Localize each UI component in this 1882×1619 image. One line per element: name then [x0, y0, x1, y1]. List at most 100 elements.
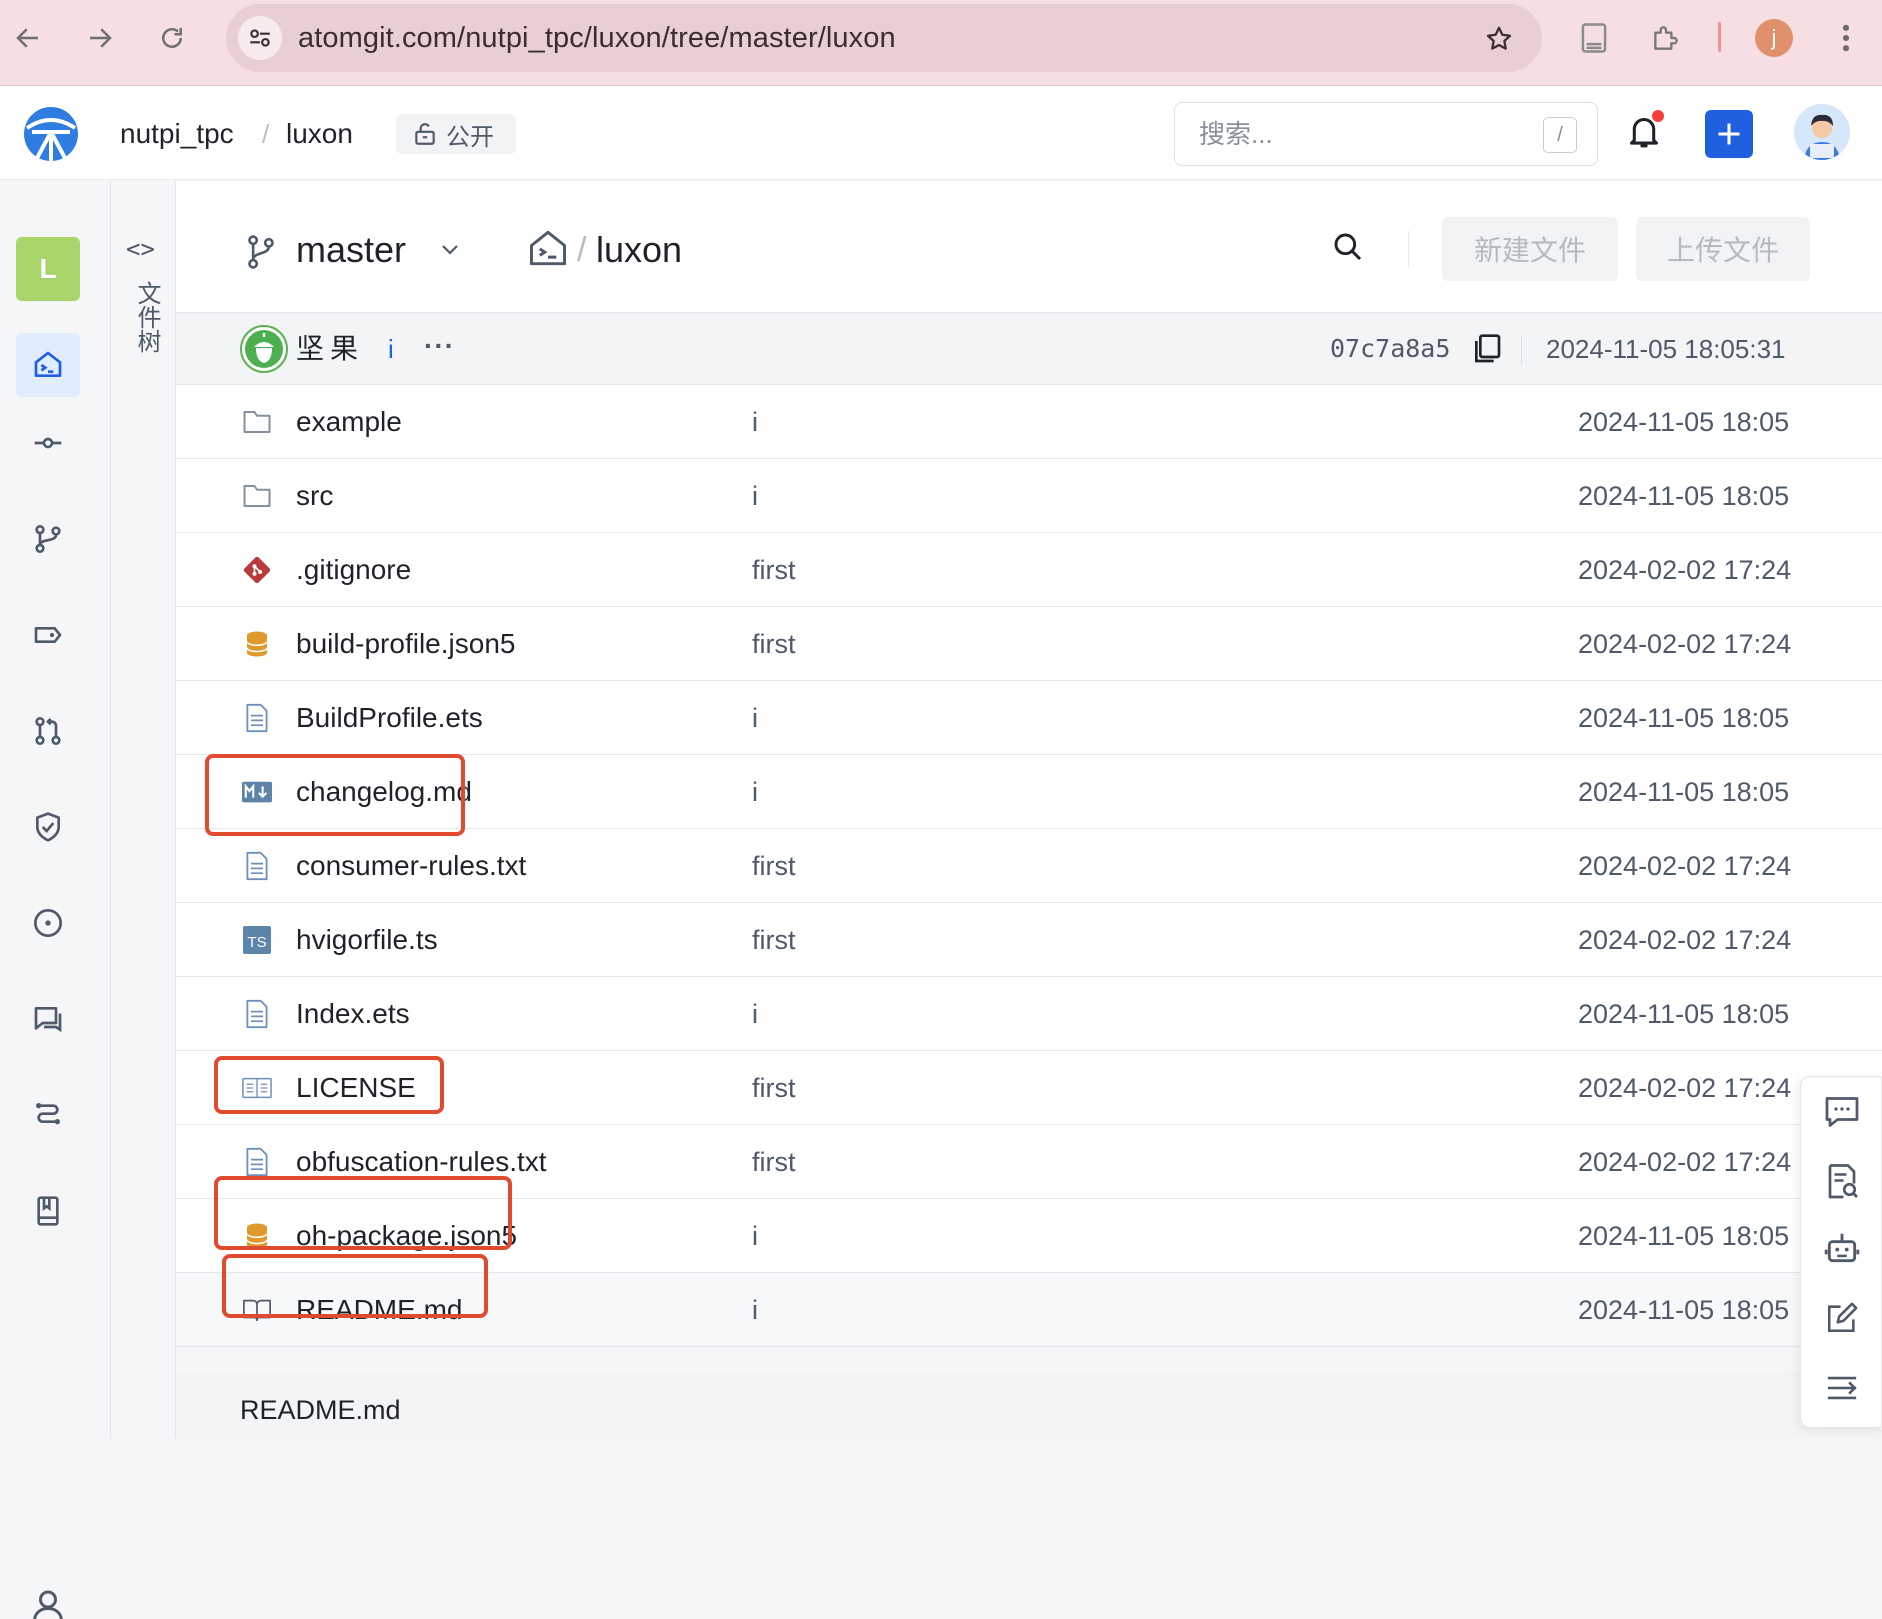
toolbar-divider [1408, 231, 1409, 267]
file-date: 2024-02-02 17:24 [1578, 1147, 1792, 1177]
file-row[interactable]: Index.ets i 2024-11-05 18:05 [176, 977, 1882, 1051]
project-avatar[interactable]: L [16, 237, 80, 301]
reading-mode-icon[interactable] [1574, 18, 1614, 58]
file-tree-label[interactable]: 文件树 [130, 281, 160, 353]
commit-more-button[interactable]: ··· [424, 313, 455, 385]
file-row[interactable]: build-profile.json5 first 2024-02-02 17:… [176, 607, 1882, 681]
file-row[interactable]: consumer-rules.txt first 2024-02-02 17:2… [176, 829, 1882, 903]
copy-icon[interactable] [1472, 333, 1502, 365]
address-bar[interactable]: atomgit.com/nutpi_tpc/luxon/tree/master/… [226, 4, 1542, 72]
breadcrumb-repo[interactable]: luxon [286, 114, 353, 154]
doc-search-icon[interactable] [1821, 1161, 1863, 1203]
branch-selector[interactable]: master [296, 225, 406, 275]
file-commit-message[interactable]: i [752, 755, 758, 829]
notification-button[interactable] [1620, 108, 1668, 156]
sidebar-item-security[interactable] [16, 795, 80, 859]
markdown-icon [242, 777, 272, 807]
file-commit-message[interactable]: first [752, 607, 796, 681]
commit-hash[interactable]: 07c7a8a5 [1330, 313, 1450, 385]
merge-request-icon [35, 717, 61, 745]
file-commit-message[interactable]: first [752, 533, 796, 607]
file-tree-toggle[interactable]: <> [126, 235, 155, 263]
file-row[interactable]: example i 2024-11-05 18:05 [176, 385, 1882, 459]
file-row[interactable]: obfuscation-rules.txt first 2024-02-02 1… [176, 1125, 1882, 1199]
sidebar-item-discussions[interactable] [16, 987, 80, 1051]
file-row[interactable]: TS hvigorfile.ts first 2024-02-02 17:24 [176, 903, 1882, 977]
file-commit-message[interactable]: first [752, 1051, 796, 1125]
chat-icon[interactable] [1821, 1091, 1863, 1133]
upload-file-button[interactable]: 上传文件 [1636, 217, 1810, 281]
file-commit-message[interactable]: first [752, 829, 796, 903]
sidebar-item-code[interactable] [16, 333, 80, 397]
extensions-icon[interactable] [1646, 18, 1686, 58]
file-commit-message[interactable]: i [752, 681, 758, 755]
sidebar-item-branches[interactable] [16, 507, 80, 571]
file-row[interactable]: BuildProfile.ets i 2024-11-05 18:05 [176, 681, 1882, 755]
edit-icon[interactable] [1821, 1297, 1863, 1339]
project-sidebar: L [0, 181, 111, 1619]
file-name[interactable]: LICENSE [296, 1051, 416, 1125]
reload-button[interactable] [152, 18, 192, 58]
file-row[interactable]: changelog.md i 2024-11-05 18:05 [176, 755, 1882, 829]
file-name[interactable]: example [296, 385, 402, 459]
file-name[interactable]: BuildProfile.ets [296, 681, 483, 755]
sidebar-user-icon[interactable] [30, 1589, 66, 1619]
file-name[interactable]: obfuscation-rules.txt [296, 1125, 547, 1199]
site-settings-icon[interactable] [238, 16, 282, 60]
file-row[interactable]: src i 2024-11-05 18:05 [176, 459, 1882, 533]
file-name[interactable]: Index.ets [296, 977, 410, 1051]
file-row[interactable]: .gitignore first 2024-02-02 17:24 [176, 533, 1882, 607]
file-search-icon[interactable] [1332, 231, 1364, 263]
browser-menu-icon[interactable] [1826, 18, 1866, 58]
file-row[interactable]: oh-package.json5 i 2024-11-05 18:05 [176, 1199, 1882, 1273]
sidebar-item-pipelines[interactable] [16, 1083, 80, 1147]
collapse-icon[interactable] [1821, 1367, 1863, 1409]
file-name[interactable]: src [296, 459, 333, 533]
atomgit-logo-icon[interactable] [22, 106, 80, 162]
file-commit-message[interactable]: first [752, 1125, 796, 1199]
create-new-button[interactable] [1705, 110, 1753, 158]
file-name[interactable]: hvigorfile.ts [296, 903, 438, 977]
git-icon [242, 555, 272, 585]
file-commit-message[interactable]: i [752, 977, 758, 1051]
sidebar-item-wiki[interactable] [16, 1179, 80, 1243]
breadcrumb-owner[interactable]: nutpi_tpc [120, 114, 234, 154]
file-commit-message[interactable]: i [752, 1273, 758, 1347]
repo-root-icon[interactable] [528, 229, 568, 267]
toolbar-separator [1718, 22, 1721, 52]
file-commit-message[interactable]: i [752, 385, 758, 459]
new-file-button[interactable]: 新建文件 [1442, 217, 1618, 281]
chevron-down-icon[interactable] [436, 237, 464, 261]
bookmark-star-icon[interactable] [1484, 24, 1514, 54]
search-input[interactable] [1199, 103, 1519, 165]
global-search[interactable]: / [1174, 102, 1598, 166]
sidebar-item-commits[interactable] [16, 411, 80, 475]
sidebar-item-tags[interactable] [16, 603, 80, 667]
arrow-right-icon [90, 28, 112, 48]
forward-button[interactable] [80, 18, 120, 58]
sidebar-item-issues[interactable] [16, 891, 80, 955]
file-name[interactable]: .gitignore [296, 533, 411, 607]
back-button[interactable] [8, 18, 48, 58]
file-row[interactable]: README.md i 2024-11-05 18:05 [176, 1273, 1882, 1347]
file-commit-message[interactable]: i [752, 459, 758, 533]
commit-author[interactable]: 坚果 [296, 313, 364, 385]
author-avatar[interactable] [240, 325, 288, 373]
file-row[interactable]: LICENSE first 2024-02-02 17:24 [176, 1051, 1882, 1125]
robot-icon[interactable] [1821, 1227, 1863, 1269]
profile-button[interactable]: j [1754, 18, 1794, 58]
repo-main: master / luxon 新建文件 上传文件 坚果 i ··· 07c7a8… [176, 181, 1882, 1438]
file-commit-message[interactable]: i [752, 1199, 758, 1273]
current-path[interactable]: luxon [596, 225, 682, 275]
file-name[interactable]: README.md [296, 1273, 462, 1347]
commit-message[interactable]: i [388, 313, 394, 385]
file-icon [242, 851, 272, 881]
sidebar-item-merge-requests[interactable] [16, 699, 80, 763]
file-name[interactable]: consumer-rules.txt [296, 829, 526, 903]
file-name[interactable]: changelog.md [296, 755, 472, 829]
user-avatar[interactable] [1794, 104, 1850, 160]
file-name[interactable]: oh-package.json5 [296, 1199, 517, 1273]
file-commit-message[interactable]: first [752, 903, 796, 977]
file-name[interactable]: build-profile.json5 [296, 607, 515, 681]
commit-icon [34, 437, 62, 449]
